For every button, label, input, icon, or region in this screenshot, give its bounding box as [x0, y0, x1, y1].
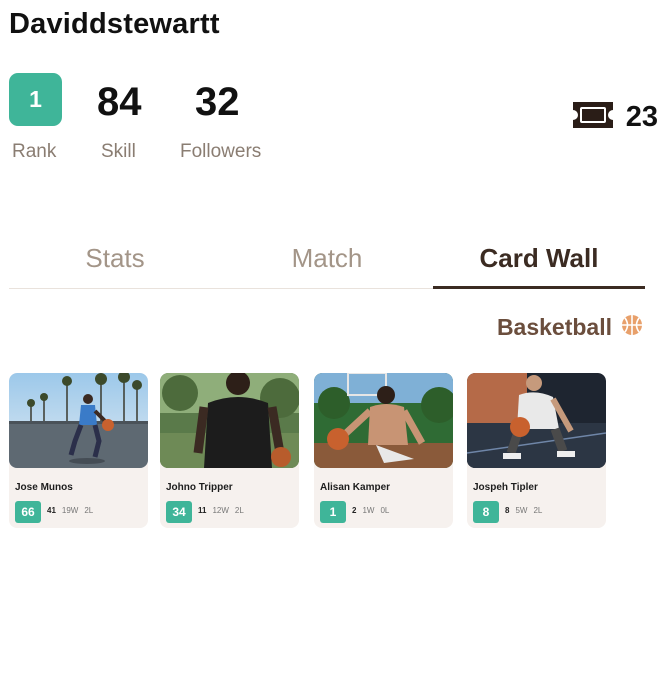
player-photo — [9, 373, 148, 468]
player-record: 11 12W 2L — [198, 506, 244, 515]
followers-label[interactable]: Followers — [180, 141, 261, 163]
player-games: 2 — [352, 506, 357, 515]
tab-bar: Stats Match Card Wall — [9, 226, 645, 290]
player-score-badge: 34 — [166, 501, 192, 523]
username: Daviddstewartt — [9, 8, 220, 40]
player-record: 41 19W 2L — [47, 506, 93, 515]
player-games: 8 — [505, 506, 510, 515]
tickets-count: 23 — [625, 101, 658, 133]
player-losses: 2L — [234, 506, 244, 515]
basketball-icon — [620, 313, 644, 342]
player-losses: 0L — [380, 506, 390, 515]
rank-label: Rank — [12, 141, 57, 162]
ticket-icon — [570, 100, 616, 135]
sport-filter[interactable]: Basketball — [497, 313, 644, 342]
sport-label: Basketball — [496, 314, 612, 340]
player-card[interactable]: Jose Munos 66 41 19W 2L — [9, 373, 148, 528]
player-score-badge: 66 — [15, 501, 41, 523]
player-wins: 1W — [362, 506, 375, 515]
skill-value: 84 — [97, 80, 142, 124]
player-record: 2 1W 0L — [352, 506, 389, 515]
player-score-badge: 1 — [320, 501, 346, 523]
tab-stats[interactable]: Stats — [9, 226, 221, 290]
tab-match[interactable]: Match — [221, 226, 433, 290]
player-name: Jospeh Tipler — [473, 482, 538, 493]
player-losses: 2L — [84, 506, 94, 515]
followers-value[interactable]: 32 — [195, 80, 240, 124]
player-card[interactable]: Jospeh Tipler 8 8 5W 2L — [467, 373, 606, 528]
player-games: 41 — [47, 506, 56, 515]
player-wins: 12W — [212, 506, 229, 515]
tab-card-wall[interactable]: Card Wall — [433, 226, 645, 290]
tickets[interactable]: 23 — [570, 100, 658, 135]
player-card[interactable]: Alisan Kamper 1 2 1W 0L — [314, 373, 453, 528]
player-wins: 5W — [515, 506, 528, 515]
player-photo — [467, 373, 606, 468]
skill-label: Skill — [101, 141, 136, 162]
player-name: Johno Tripper — [166, 482, 233, 493]
player-name: Jose Munos — [15, 482, 73, 493]
player-record: 8 5W 2L — [505, 506, 542, 515]
player-score-badge: 8 — [473, 501, 499, 523]
player-card[interactable]: Johno Tripper 34 11 12W 2L — [160, 373, 299, 528]
player-games: 11 — [198, 506, 207, 515]
rank-badge: 1 — [9, 73, 62, 126]
player-losses: 2L — [533, 506, 543, 515]
player-wins: 19W — [61, 506, 79, 515]
player-photo — [314, 373, 453, 468]
player-name: Alisan Kamper — [320, 482, 391, 493]
tab-active-indicator — [433, 286, 645, 289]
player-photo — [160, 373, 299, 468]
